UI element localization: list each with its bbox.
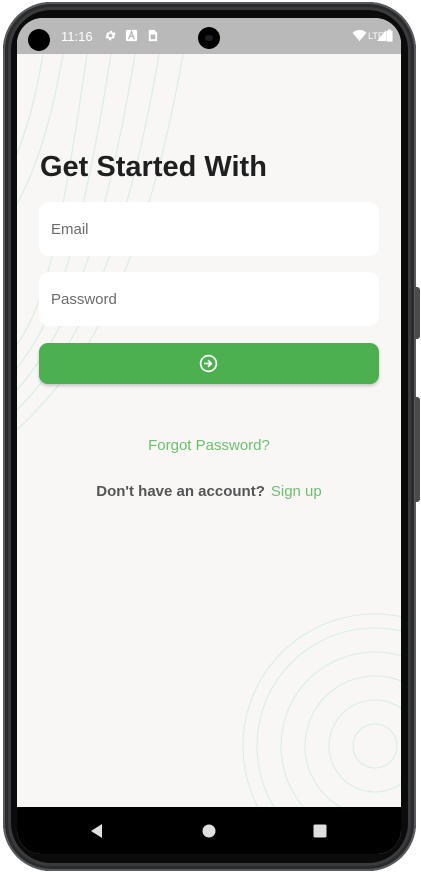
power-button	[415, 397, 420, 502]
recents-icon[interactable]	[310, 821, 330, 841]
login-submit-button[interactable]	[39, 343, 379, 384]
login-screen: Get Started With Forgot Password? Don't …	[17, 54, 401, 807]
wifi-icon	[352, 29, 367, 42]
forgot-password-link[interactable]: Forgot Password?	[17, 437, 401, 454]
no-account-text: Don't have an account?	[96, 483, 265, 500]
page-title: Get Started With	[40, 151, 267, 183]
sim-card-icon	[148, 29, 158, 42]
status-bar: 11:16 LTE	[17, 18, 401, 54]
status-time: 11:16	[61, 29, 93, 44]
front-camera	[198, 27, 220, 49]
settings-icon	[105, 30, 116, 41]
a-notification-icon	[125, 29, 138, 42]
phone-screen: 11:16 LTE Get Started With Email Forgot …	[17, 18, 401, 854]
home-icon[interactable]	[199, 821, 219, 841]
volume-button	[415, 287, 420, 339]
arrow-right-circle-icon	[199, 354, 218, 373]
navigation-bar	[17, 807, 401, 854]
sign-up-link[interactable]: Sign up	[271, 483, 322, 500]
email-field[interactable]	[39, 202, 379, 256]
signup-row: Don't have an account? Sign up	[17, 483, 401, 500]
back-icon[interactable]	[87, 821, 107, 841]
battery-icon	[386, 29, 393, 42]
password-field[interactable]	[39, 272, 379, 326]
front-camera-left	[28, 29, 50, 51]
